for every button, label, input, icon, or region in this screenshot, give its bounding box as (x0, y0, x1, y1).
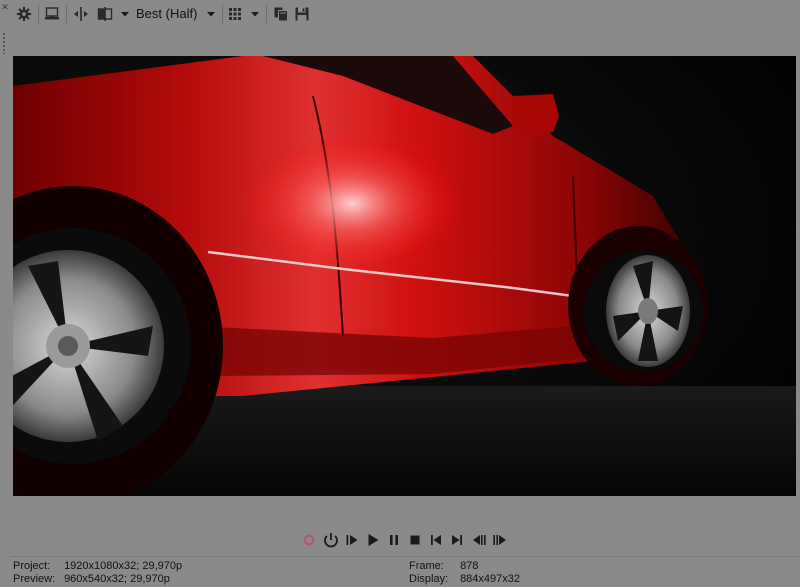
external-monitor-icon (45, 7, 59, 20)
next-frame-icon (493, 535, 506, 545)
toolbar-separator (266, 5, 267, 23)
drag-handle[interactable] (2, 32, 6, 54)
previous-frame-button[interactable] (470, 530, 488, 550)
stop-icon (410, 535, 420, 545)
preview-image (13, 56, 796, 496)
preview-quality-select[interactable]: Best (Half) (136, 6, 197, 22)
display-value: 884x497x32 (460, 573, 521, 585)
preview-label: Preview: (13, 573, 56, 585)
copy-snapshot-button[interactable] (271, 3, 291, 25)
frame-value: 878 (460, 560, 479, 572)
display-info: Display: 884x497x32 (409, 573, 520, 586)
preview-info: Preview: 960x540x32; 29,970p (13, 573, 170, 586)
video-preview-toolbar: Best (Half) (0, 0, 800, 28)
toolbar-separator (222, 5, 223, 23)
frame-info: Frame: 878 (409, 560, 478, 573)
project-label: Project: (13, 560, 51, 572)
chevron-down-icon (121, 12, 129, 17)
record-button[interactable] (300, 530, 318, 550)
split-screen-icon (74, 7, 88, 21)
save-snapshot-button[interactable] (292, 3, 312, 25)
toolbar-separator (66, 5, 67, 23)
project-value: 1920x1080x32; 29,970p (64, 560, 183, 572)
overlays-dropdown[interactable] (248, 3, 262, 25)
status-divider (10, 556, 800, 557)
go-to-end-button[interactable] (448, 530, 466, 550)
record-icon (303, 534, 315, 546)
frame-label: Frame: (409, 560, 444, 572)
stop-button[interactable] (406, 530, 424, 550)
overlays-button[interactable] (226, 3, 244, 25)
previous-marker-icon (431, 535, 441, 545)
previous-frame-icon (473, 535, 486, 545)
split-screen-view-button[interactable] (71, 3, 91, 25)
next-marker-icon (452, 535, 462, 545)
play-from-start-icon (346, 535, 358, 545)
pause-icon (390, 535, 398, 545)
gear-icon (16, 6, 32, 22)
properties-button[interactable] (14, 3, 34, 25)
play-from-start-button[interactable] (343, 530, 361, 550)
split-mode-dropdown[interactable] (118, 3, 132, 25)
chevron-down-icon (251, 12, 259, 17)
project-info: Project: 1920x1080x32; 29,970p (13, 560, 182, 573)
toolbar-separator (38, 5, 39, 23)
pause-button[interactable] (385, 530, 403, 550)
display-label: Display: (409, 573, 449, 585)
next-frame-button[interactable] (491, 530, 509, 550)
play-button[interactable] (364, 530, 382, 550)
docking-grip[interactable]: ✕ (0, 0, 10, 587)
chevron-down-icon (207, 12, 215, 17)
split-mode-button[interactable] (95, 3, 115, 25)
preview-quality-dropdown[interactable] (204, 3, 218, 25)
go-to-start-button[interactable] (427, 530, 445, 550)
preview-value: 960x540x32; 29,970p (64, 573, 170, 585)
save-snapshot-icon (295, 7, 309, 21)
loop-icon (324, 533, 338, 548)
loop-playback-button[interactable] (322, 530, 340, 550)
external-monitor-button[interactable] (42, 3, 62, 25)
grid-overlay-icon (229, 8, 241, 20)
copy-snapshot-icon (274, 7, 288, 22)
video-preview-frame[interactable] (13, 56, 796, 496)
transport-controls (0, 530, 800, 550)
play-icon (368, 534, 379, 546)
split-mode-icon (97, 7, 113, 21)
